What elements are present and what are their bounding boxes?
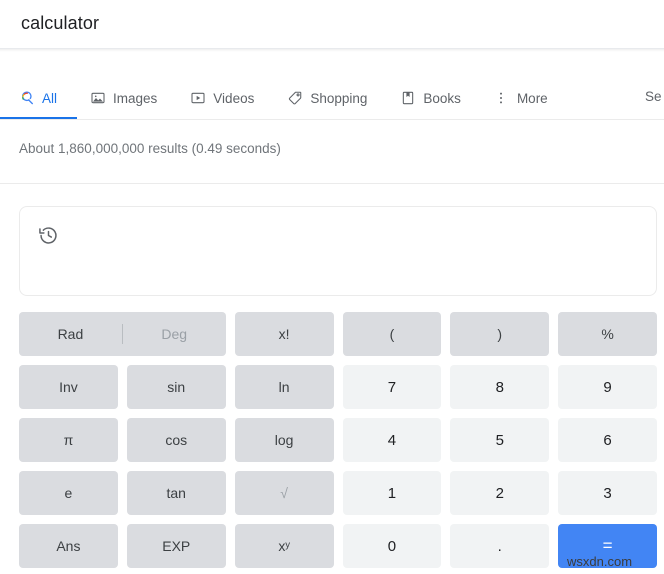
- image-icon: [89, 90, 106, 107]
- search-box[interactable]: calculator: [0, 0, 664, 49]
- result-stats-divider: [0, 183, 664, 184]
- tab-videos[interactable]: Videos: [189, 76, 268, 120]
- key-seven[interactable]: 7: [342, 365, 442, 409]
- key-two[interactable]: 2: [450, 471, 550, 515]
- tab-images[interactable]: Images: [89, 76, 171, 120]
- deg-button[interactable]: Deg: [123, 326, 226, 342]
- book-icon: [399, 90, 416, 107]
- tab-shopping[interactable]: Shopping: [286, 76, 381, 120]
- key-six[interactable]: 6: [558, 418, 657, 462]
- tab-list: All Images Videos Shopping Books More: [0, 76, 664, 120]
- key-three[interactable]: 3: [558, 471, 657, 515]
- key-equals[interactable]: =: [558, 524, 657, 568]
- tab-books[interactable]: Books: [399, 76, 475, 120]
- key-factorial[interactable]: x!: [234, 312, 334, 356]
- key-inverse[interactable]: Inv: [19, 365, 118, 409]
- tab-label: Images: [113, 90, 158, 106]
- google-search-icon: [18, 90, 35, 107]
- search-tab-bar: All Images Videos Shopping Books More: [0, 76, 664, 121]
- key-percent[interactable]: %: [558, 312, 657, 356]
- key-eight[interactable]: 8: [450, 365, 550, 409]
- result-stats: About 1,860,000,000 results (0.49 second…: [19, 141, 281, 156]
- key-nine[interactable]: 9: [558, 365, 657, 409]
- tab-all[interactable]: All: [18, 76, 71, 120]
- tab-label: All: [42, 90, 58, 106]
- key-open-paren[interactable]: (: [342, 312, 442, 356]
- key-zero[interactable]: 0: [342, 524, 442, 568]
- tag-icon: [286, 90, 303, 107]
- key-exponent[interactable]: EXP: [126, 524, 226, 568]
- video-icon: [189, 90, 206, 107]
- tab-bar-divider: [0, 119, 664, 120]
- tab-label: More: [516, 90, 548, 106]
- key-power[interactable]: xʸ: [234, 524, 334, 568]
- calculator-widget: Rad Deg x!()% Inv sin ln 7 8 9 π cos log 4 5 6 e tan √ 1…: [19, 206, 657, 568]
- angle-mode-toggle[interactable]: Rad Deg: [19, 312, 226, 356]
- key-ln[interactable]: ln: [234, 365, 334, 409]
- key-close-paren[interactable]: ): [450, 312, 550, 356]
- key-cos[interactable]: cos: [126, 418, 226, 462]
- key-euler[interactable]: e: [19, 471, 118, 515]
- tab-overflow-label[interactable]: Se: [645, 89, 664, 104]
- search-input-value[interactable]: calculator: [21, 13, 99, 34]
- key-decimal-point[interactable]: .: [450, 524, 550, 568]
- calculator-display[interactable]: [19, 206, 657, 296]
- key-one[interactable]: 1: [342, 471, 442, 515]
- kebab-menu-icon: [493, 90, 510, 107]
- tab-label: Videos: [213, 90, 255, 106]
- tab-more[interactable]: More: [493, 76, 562, 120]
- key-square-root[interactable]: √: [234, 471, 334, 515]
- calculator-keypad: Rad Deg x!()% Inv sin ln 7 8 9 π cos log 4 5 6 e tan √ 1…: [19, 312, 657, 568]
- tab-label: Books: [423, 90, 461, 106]
- history-icon[interactable]: [38, 225, 59, 246]
- key-five[interactable]: 5: [450, 418, 550, 462]
- key-sin[interactable]: sin: [126, 365, 226, 409]
- key-answer[interactable]: Ans: [19, 524, 118, 568]
- key-pi[interactable]: π: [19, 418, 118, 462]
- rad-button[interactable]: Rad: [19, 326, 122, 342]
- key-tan[interactable]: tan: [126, 471, 226, 515]
- tab-label: Shopping: [310, 90, 368, 106]
- key-four[interactable]: 4: [342, 418, 442, 462]
- key-log[interactable]: log: [234, 418, 334, 462]
